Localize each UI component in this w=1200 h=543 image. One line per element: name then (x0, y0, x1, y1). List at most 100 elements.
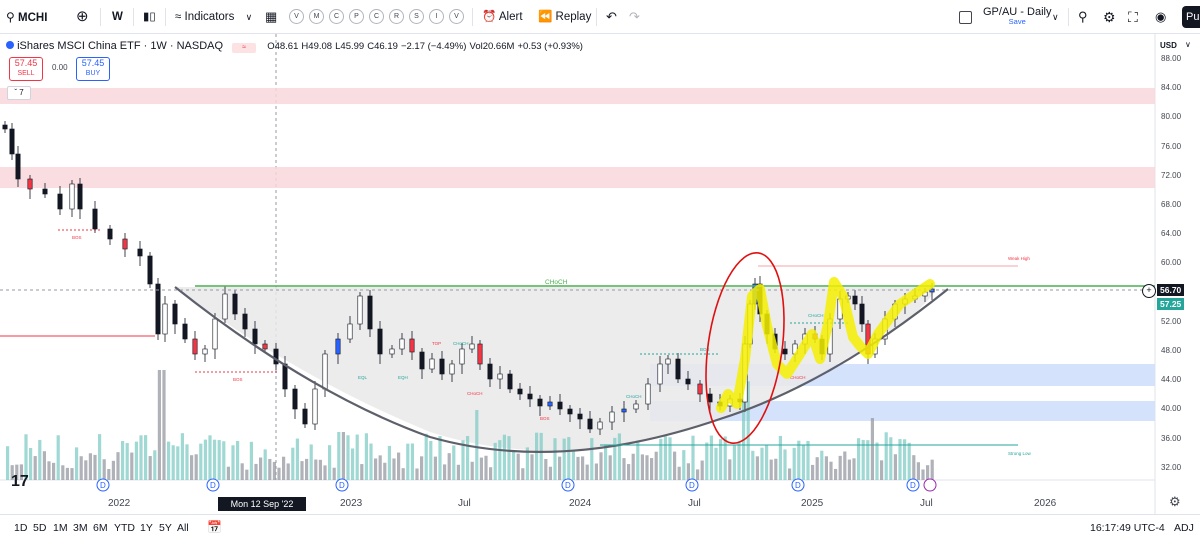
quick-indicator-button[interactable]: I (429, 9, 444, 24)
range-button-6m[interactable]: 6M (93, 522, 108, 534)
dividend-marker-letter: D (339, 481, 345, 490)
volume-bar (98, 434, 102, 480)
volume-bar (824, 456, 828, 480)
chevron-down-icon[interactable]: ∨ (1052, 6, 1059, 28)
quick-indicator-button[interactable]: S (409, 9, 424, 24)
settings-gear-icon[interactable]: ⚙ (1103, 6, 1116, 28)
layout-name-button[interactable]: GP/AU - Daily Save (983, 6, 1051, 26)
quick-indicator-button[interactable]: M (309, 9, 324, 24)
volume-bar (567, 437, 571, 480)
range-button-all[interactable]: All (177, 522, 189, 534)
price-tick-label: 88.00 (1161, 54, 1182, 63)
range-button-1d[interactable]: 1D (14, 522, 27, 534)
volume-bar (650, 458, 654, 480)
candle-body (621, 408, 627, 413)
volume-bar (539, 432, 543, 480)
range-button-ytd[interactable]: YTD (114, 522, 135, 534)
volume-bar (328, 445, 332, 480)
volume-bar (847, 459, 851, 480)
collapse-indicators-button[interactable]: ˇ 7 (7, 86, 31, 100)
volume-bar (52, 462, 56, 480)
volume-bar (387, 445, 391, 480)
time-tick-label: Jul (688, 498, 701, 509)
volume-bar (75, 447, 79, 480)
price-tick-label: 60.00 (1161, 258, 1182, 268)
volume-bar (130, 452, 134, 480)
add-alert-plus-icon[interactable]: + (1142, 284, 1156, 298)
volume-bar (806, 440, 810, 480)
replay-button[interactable]: ⏪ Replay (538, 6, 591, 28)
volume-bar (415, 468, 419, 480)
volume-bar (314, 459, 318, 480)
weak-high-label: Weak High (1008, 256, 1030, 261)
volume-bar (838, 455, 842, 480)
candles-icon[interactable]: ▮▯ (143, 6, 156, 28)
quick-indicator-button[interactable]: V (289, 9, 304, 24)
symbol-search[interactable]: ⚲ MCHI (6, 6, 47, 28)
volume-bar (760, 447, 764, 480)
choch-label: CHoCH (545, 279, 568, 286)
indicators-button[interactable]: ≈ Indicators ∨ (175, 6, 252, 28)
price-tick-label: 44.00 (1161, 375, 1182, 385)
earnings-lightning-icon[interactable] (923, 478, 937, 492)
volume-bar (663, 436, 667, 480)
candle-body (399, 338, 405, 350)
volume-bar (788, 468, 792, 480)
range-button-1m[interactable]: 1M (53, 522, 68, 534)
volume-bar (286, 463, 290, 480)
volume-bar (705, 442, 709, 480)
time-tick-label: 2025 (801, 498, 824, 509)
volume-bar (755, 456, 759, 480)
fullscreen-icon[interactable]: ⛶ (1128, 6, 1138, 28)
clock-time[interactable]: 16:17:49 UTC-4 (1090, 522, 1165, 534)
volume-bar (535, 432, 539, 480)
volume-bar (709, 435, 713, 480)
candle-body (547, 401, 553, 407)
quick-search-icon[interactable]: ⚲ (1078, 6, 1088, 28)
camera-icon[interactable]: ◉ (1155, 6, 1166, 28)
alert-button[interactable]: ⏰ Alert (482, 6, 523, 28)
range-button-3m[interactable]: 3M (73, 522, 88, 534)
volume-bar (544, 458, 548, 480)
volume-bar (148, 456, 152, 480)
range-button-5d[interactable]: 5D (33, 522, 46, 534)
redo-icon[interactable]: ↷ (629, 6, 640, 28)
adj-toggle[interactable]: ADJ (1174, 522, 1194, 534)
quick-indicator-button[interactable]: P (349, 9, 364, 24)
range-button-1y[interactable]: 1Y (140, 522, 153, 534)
candle-body (633, 403, 639, 410)
buy-button[interactable]: 57.45 BUY (76, 57, 110, 81)
alarm-clock-icon: ⏰ (482, 11, 497, 23)
crosshair-date-label: Mon 12 Sep '22 (218, 497, 306, 511)
volume-bar (530, 454, 534, 480)
quick-indicator-button[interactable]: V (449, 9, 464, 24)
volume-bar (337, 432, 341, 480)
layout-checkbox[interactable] (959, 11, 972, 24)
volume-bar (930, 459, 934, 480)
range-button-5y[interactable]: 5Y (159, 522, 172, 534)
currency-label[interactable]: USD (1160, 41, 1177, 50)
price-chart[interactable]: CHoCH Weak High Strong Low BOS BOS TOP C… (0, 34, 1200, 514)
volume-bar (107, 468, 111, 480)
candle-body (469, 343, 475, 350)
quick-indicator-button[interactable]: C (329, 9, 344, 24)
sell-button[interactable]: 57.45 SELL (9, 57, 43, 81)
visibility-icon[interactable]: ≈ (232, 43, 257, 53)
candle-body (137, 248, 143, 257)
goto-date-icon[interactable]: 📅 (207, 520, 222, 534)
volume-bar (240, 463, 244, 480)
chevron-down-icon[interactable]: ∨ (1185, 40, 1191, 49)
publish-button[interactable]: Pu (1182, 6, 1200, 28)
compare-plus-icon[interactable]: ⊕ (76, 6, 89, 28)
candle-body (232, 293, 238, 315)
volume-bar (125, 443, 129, 480)
interval-button[interactable]: W (112, 6, 123, 28)
templates-grid-icon[interactable]: ▦ (265, 6, 277, 28)
volume-bar (521, 468, 525, 480)
undo-icon[interactable]: ↶ (606, 6, 617, 28)
quick-indicator-button[interactable]: R (389, 9, 404, 24)
volume-bar (213, 439, 217, 480)
price-tick-label: 64.00 (1161, 229, 1182, 239)
settings-gear-icon[interactable]: ⚙ (1169, 494, 1181, 510)
quick-indicator-button[interactable]: C (369, 9, 384, 24)
